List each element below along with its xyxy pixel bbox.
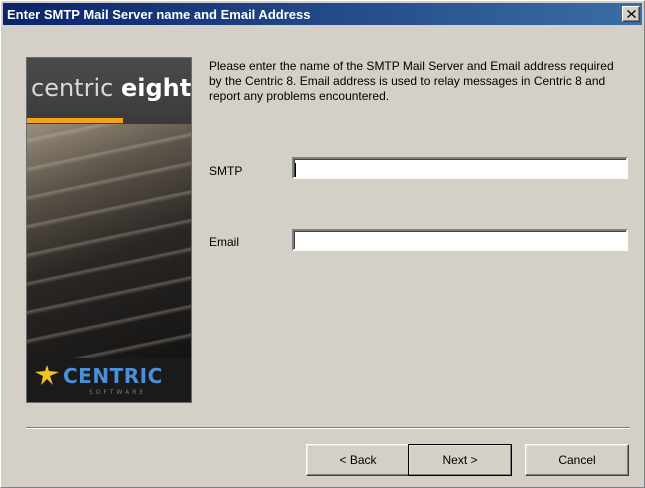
dialog-window: Enter SMTP Mail Server name and Email Ad… (0, 0, 645, 488)
company-subtitle: SOFTWARE (89, 389, 147, 396)
instructions-text: Please enter the name of the SMTP Mail S… (209, 59, 614, 103)
cancel-button[interactable]: Cancel (525, 444, 629, 476)
product-logo: centric eight (31, 74, 192, 102)
close-icon (626, 10, 636, 18)
title-bar[interactable]: Enter SMTP Mail Server name and Email Ad… (3, 3, 642, 25)
button-separator (26, 427, 630, 429)
company-logo: CENTRIC (35, 364, 163, 388)
company-logo-area: CENTRIC SOFTWARE (27, 358, 191, 402)
smtp-label: SMTP (209, 164, 243, 178)
banner-logo-area: centric eight (27, 58, 191, 118)
close-button[interactable] (622, 6, 640, 22)
email-input[interactable] (292, 229, 628, 251)
next-button[interactable]: Next > (408, 444, 512, 476)
star-figure-icon (35, 364, 59, 388)
product-banner-image: centric eight CENTRIC SOFTWARE (26, 57, 192, 403)
dialog-title: Enter SMTP Mail Server name and Email Ad… (7, 7, 311, 22)
company-name: CENTRIC (63, 364, 163, 388)
back-button[interactable]: < Back (306, 444, 410, 476)
email-label: Email (209, 235, 240, 249)
text-cursor (295, 163, 296, 177)
smtp-input[interactable] (292, 157, 628, 179)
banner-photo (27, 124, 191, 358)
accent-bar (27, 118, 123, 123)
